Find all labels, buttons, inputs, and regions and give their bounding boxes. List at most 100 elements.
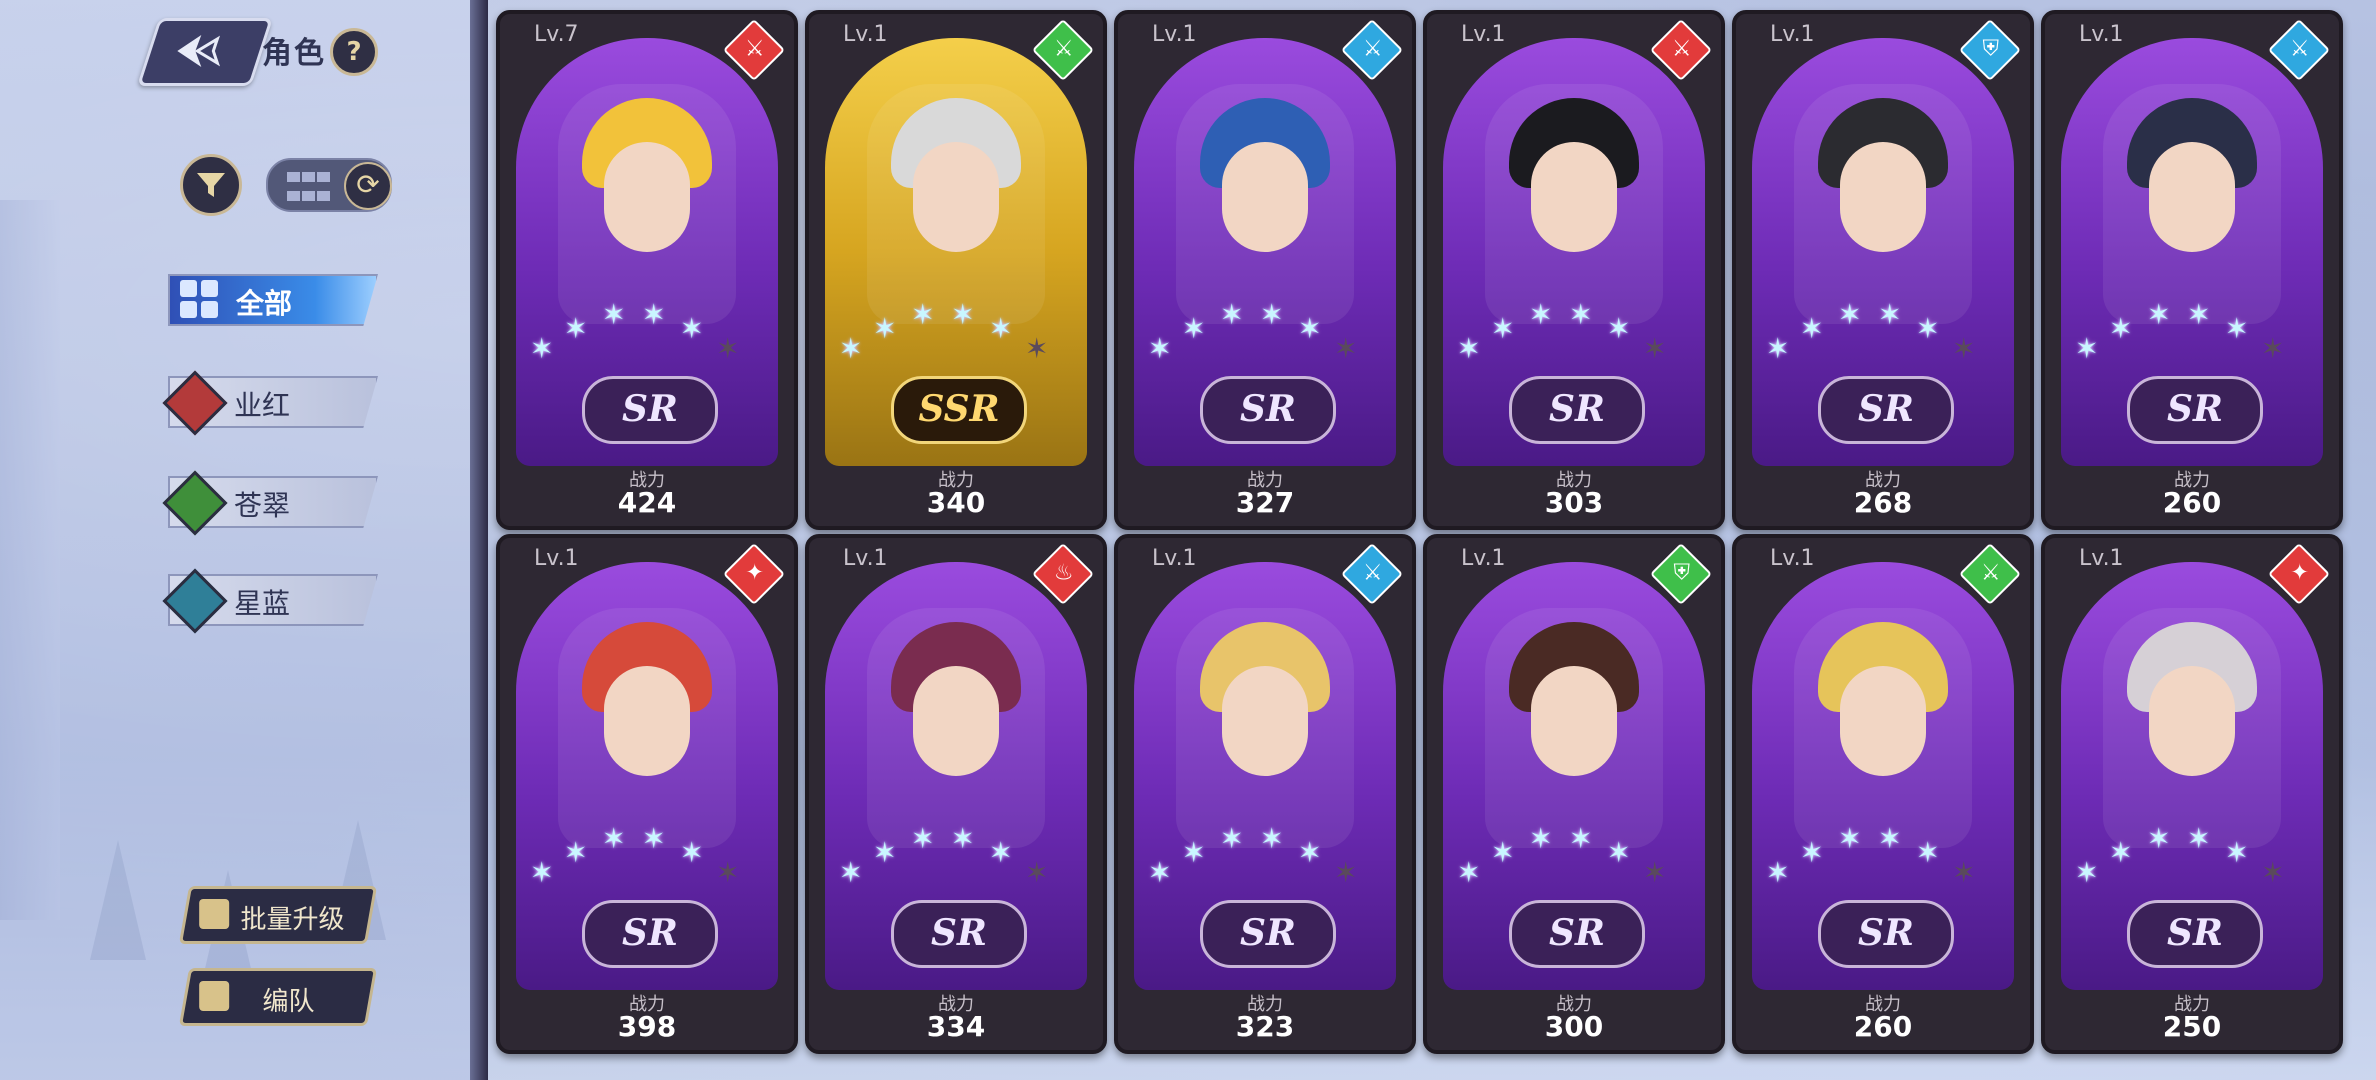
star-icon: ✶ <box>1607 312 1631 345</box>
power-value: 250 <box>2162 1010 2222 1043</box>
star-icon: ✶ <box>1220 298 1244 331</box>
character-card[interactable]: Lv.1 ⚔ ✶ ✶ ✶ ✶ ✶ ✶ SR 战力 303 <box>1423 10 1725 530</box>
star-icon: ✶ <box>873 836 897 869</box>
layout-toggle[interactable]: ⟳ <box>266 158 392 212</box>
tab-all[interactable]: 全部 <box>158 268 378 330</box>
character-card[interactable]: Lv.7 ⚔ ✶ ✶ ✶ ✶ ✶ ✶ SR 战力 424 <box>496 10 798 530</box>
rarity-badge: SR <box>2127 376 2263 444</box>
filter-button[interactable] <box>180 154 242 216</box>
level-label: Lv.1 <box>1461 546 1506 571</box>
star-empty-icon: ✶ <box>1952 856 1976 889</box>
star-icon: ✶ <box>530 856 554 889</box>
character-card[interactable]: Lv.1 ⚔ ✶ ✶ ✶ ✶ ✶ ✶ SR 战力 260 <box>2041 10 2343 530</box>
formation-button[interactable]: 编队 <box>178 968 378 1026</box>
star-empty-icon: ✶ <box>2261 856 2285 889</box>
tab-starblue[interactable]: 星蓝 <box>158 568 378 634</box>
shield-icon: ⛨ <box>1673 560 1690 586</box>
star-icon: ✶ <box>1878 822 1902 855</box>
level-label: Lv.1 <box>1152 546 1197 571</box>
character-card[interactable]: Lv.1 ✦ ✶ ✶ ✶ ✶ ✶ ✶ SR 战力 398 <box>496 534 798 1054</box>
rarity-badge: SR <box>1818 900 1954 968</box>
sword-icon: ⚔ <box>744 36 765 62</box>
character-card[interactable]: Lv.1 ⚔ ✶ ✶ ✶ ✶ ✶ ✶ SSR 战力 340 <box>805 10 1107 530</box>
star-rating: ✶ ✶ ✶ ✶ ✶ ✶ <box>1457 822 1697 892</box>
star-icon: ✶ <box>1298 836 1322 869</box>
star-empty-icon: ✶ <box>1643 332 1667 365</box>
star-rating: ✶ ✶ ✶ ✶ ✶ ✶ <box>1457 298 1697 368</box>
character-face <box>1222 142 1308 252</box>
sword-icon: ⚔ <box>1053 36 1074 62</box>
sword-icon: ⚔ <box>1980 560 2001 586</box>
character-face <box>913 666 999 776</box>
star-icon: ✶ <box>564 836 588 869</box>
level-label: Lv.1 <box>534 546 579 571</box>
star-empty-icon: ✶ <box>716 332 740 365</box>
star-icon: ✶ <box>530 332 554 365</box>
star-empty-icon: ✶ <box>1952 332 1976 365</box>
character-face <box>1222 666 1308 776</box>
star-icon: ✶ <box>1569 822 1593 855</box>
star-icon: ✶ <box>1298 312 1322 345</box>
help-button[interactable]: ? <box>330 28 378 76</box>
batch-upgrade-button[interactable]: 批量升级 <box>178 886 378 944</box>
star-icon: ✶ <box>1491 836 1515 869</box>
tab-crimson[interactable]: 业红 <box>158 370 378 436</box>
star-rating: ✶ ✶ ✶ ✶ ✶ ✶ <box>839 298 1079 368</box>
character-face <box>604 666 690 776</box>
star-icon: ✶ <box>642 298 666 331</box>
star-empty-icon: ✶ <box>2261 332 2285 365</box>
tab-label: 业红 <box>234 389 291 422</box>
star-empty-icon: ✶ <box>1334 856 1358 889</box>
character-card[interactable]: Lv.1 ✦ ✶ ✶ ✶ ✶ ✶ ✶ SR 战力 250 <box>2041 534 2343 1054</box>
character-card[interactable]: Lv.1 ⚔ ✶ ✶ ✶ ✶ ✶ ✶ SR 战力 260 <box>1732 534 2034 1054</box>
tab-label: 星蓝 <box>234 587 291 620</box>
refresh-icon: ⟳ <box>356 168 380 201</box>
star-empty-icon: ✶ <box>716 856 740 889</box>
star-icon: ✶ <box>1916 836 1940 869</box>
star-rating: ✶ ✶ ✶ ✶ ✶ ✶ <box>530 822 770 892</box>
level-label: Lv.7 <box>534 22 579 47</box>
star-icon: ✶ <box>1220 822 1244 855</box>
character-card[interactable]: Lv.1 ⚔ ✶ ✶ ✶ ✶ ✶ ✶ SR 战力 327 <box>1114 10 1416 530</box>
sword-icon: ⚔ <box>2289 36 2310 62</box>
star-icon: ✶ <box>1766 332 1790 365</box>
star-icon: ✶ <box>2109 836 2133 869</box>
star-icon: ✶ <box>602 298 626 331</box>
star-icon: ✶ <box>2075 856 2099 889</box>
star-icon: ✶ <box>2109 312 2133 345</box>
staff-icon: ✦ <box>2290 560 2309 586</box>
rarity-badge: SR <box>1509 376 1645 444</box>
character-card[interactable]: Lv.1 ⛨ ✶ ✶ ✶ ✶ ✶ ✶ SR 战力 268 <box>1732 10 2034 530</box>
character-card[interactable]: Lv.1 ⚔ ✶ ✶ ✶ ✶ ✶ ✶ SR 战力 323 <box>1114 534 1416 1054</box>
character-card[interactable]: Lv.1 ♨ ✶ ✶ ✶ ✶ ✶ ✶ SR 战力 334 <box>805 534 1107 1054</box>
character-face <box>604 142 690 252</box>
rarity-badge: SR <box>1818 376 1954 444</box>
character-card[interactable]: Lv.1 ⛨ ✶ ✶ ✶ ✶ ✶ ✶ SR 战力 300 <box>1423 534 1725 1054</box>
star-icon: ✶ <box>2225 836 2249 869</box>
rarity-badge: SSR <box>891 376 1027 444</box>
star-rating: ✶ ✶ ✶ ✶ ✶ ✶ <box>1766 298 2006 368</box>
character-face <box>1840 666 1926 776</box>
star-icon: ✶ <box>1260 822 1284 855</box>
star-rating: ✶ ✶ ✶ ✶ ✶ ✶ <box>2075 822 2315 892</box>
power-value: 327 <box>1235 486 1295 519</box>
star-icon: ✶ <box>1457 332 1481 365</box>
rarity-badge: SR <box>582 900 718 968</box>
back-button[interactable] <box>136 18 274 86</box>
star-empty-icon: ✶ <box>1025 332 1049 365</box>
panel-divider <box>470 0 488 1080</box>
grid-icon <box>286 168 334 202</box>
level-label: Lv.1 <box>1152 22 1197 47</box>
tab-verdant[interactable]: 苍翠 <box>158 470 378 536</box>
refresh-button[interactable]: ⟳ <box>344 162 392 210</box>
power-value: 268 <box>1853 486 1913 519</box>
level-label: Lv.1 <box>1770 22 1815 47</box>
level-label: Lv.1 <box>843 22 888 47</box>
star-icon: ✶ <box>680 312 704 345</box>
sword-icon: ⚔ <box>1671 36 1692 62</box>
rarity-badge: SR <box>1200 376 1336 444</box>
star-icon: ✶ <box>1916 312 1940 345</box>
star-icon: ✶ <box>602 822 626 855</box>
star-icon: ✶ <box>1491 312 1515 345</box>
level-label: Lv.1 <box>1461 22 1506 47</box>
